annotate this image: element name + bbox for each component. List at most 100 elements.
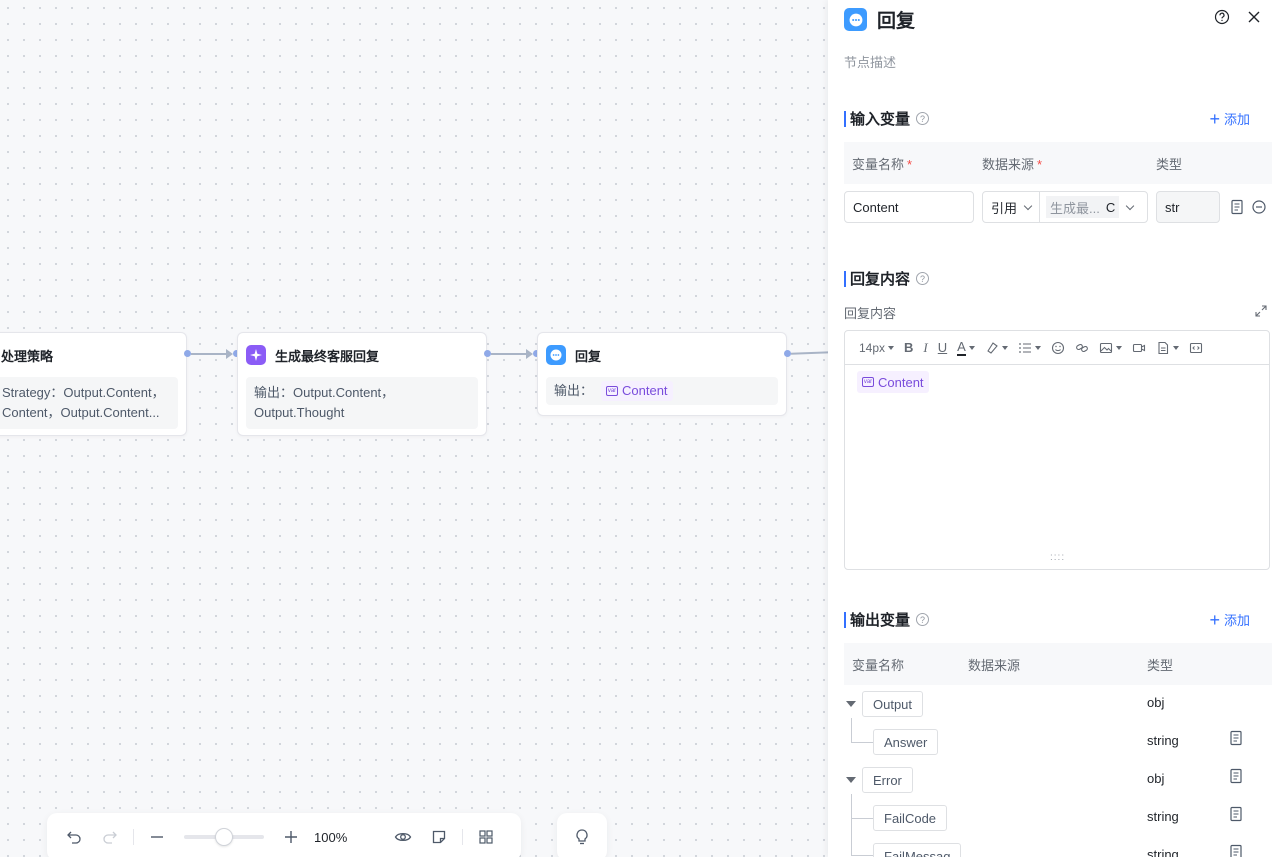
collapse-caret-icon[interactable] bbox=[846, 701, 856, 707]
add-input-variable-button[interactable]: + 添加 bbox=[1209, 109, 1250, 128]
add-label: 添加 bbox=[1223, 112, 1250, 127]
help-icon[interactable]: ? bbox=[916, 613, 930, 626]
node-output-line: Strategy：Output.Content， bbox=[2, 385, 165, 400]
zoom-in-button[interactable] bbox=[280, 826, 302, 848]
emoji-icon bbox=[1051, 341, 1064, 354]
variable-doc-button[interactable] bbox=[1229, 768, 1243, 787]
node-strategy[interactable]: 处理策略 Strategy：Output.Content， Content，Ou… bbox=[0, 332, 187, 436]
workflow-canvas[interactable]: 处理策略 Strategy：Output.Content， Content，Ou… bbox=[0, 0, 828, 857]
font-size-select[interactable]: 14px bbox=[859, 340, 895, 355]
editor-toolbar: 14px B I U A bbox=[845, 331, 1269, 365]
font-color-button[interactable]: A bbox=[957, 339, 975, 356]
output-variable-name: FailCode bbox=[873, 805, 948, 831]
add-output-variable-button[interactable]: + 添加 bbox=[1209, 610, 1250, 629]
video-button[interactable] bbox=[1132, 341, 1146, 355]
attachment-button[interactable] bbox=[1156, 341, 1179, 355]
italic-button[interactable]: I bbox=[923, 340, 927, 356]
image-button[interactable] bbox=[1099, 341, 1122, 355]
collapse-caret-icon[interactable] bbox=[846, 777, 856, 783]
node-output-summary: Strategy：Output.Content， Content，Output.… bbox=[0, 377, 178, 429]
output-tree-row[interactable]: Error bbox=[846, 767, 913, 793]
output-variable-type: string bbox=[1147, 847, 1179, 857]
expand-editor-button[interactable] bbox=[1254, 304, 1268, 321]
input-section-title: 输入变量 ? bbox=[844, 108, 930, 129]
bold-button[interactable]: B bbox=[904, 340, 913, 355]
preview-button[interactable] bbox=[392, 826, 414, 848]
variable-tag-label: Content bbox=[622, 383, 668, 398]
column-header-name: 变量名称 * bbox=[852, 156, 913, 172]
variable-doc-button[interactable] bbox=[1229, 806, 1243, 825]
node-generate-reply[interactable]: 生成最终客服回复 输出：Output.Content， Output.Thoug… bbox=[237, 332, 487, 436]
plus-icon bbox=[285, 831, 297, 843]
node-output-handle[interactable] bbox=[784, 350, 791, 357]
edge-arrow-icon bbox=[226, 349, 233, 359]
help-icon[interactable]: ? bbox=[916, 272, 930, 285]
document-icon bbox=[1230, 806, 1242, 822]
source-reference-select[interactable]: 生成最... C bbox=[1040, 192, 1139, 222]
panel-title[interactable]: 回复 bbox=[877, 6, 915, 33]
link-button[interactable] bbox=[1075, 341, 1089, 355]
node-output-handle[interactable] bbox=[184, 350, 191, 357]
node-output-handle[interactable] bbox=[484, 350, 491, 357]
variable-name-input[interactable]: Content bbox=[844, 191, 974, 223]
plus-icon: + bbox=[1209, 108, 1220, 129]
help-icon[interactable]: ? bbox=[916, 112, 930, 125]
help-button[interactable] bbox=[1214, 9, 1230, 28]
add-label: 添加 bbox=[1223, 613, 1250, 628]
layout-button[interactable] bbox=[475, 826, 497, 848]
column-header-name: 变量名称 bbox=[852, 657, 905, 673]
output-variable-type: obj bbox=[1147, 771, 1165, 786]
variable-icon: var bbox=[862, 377, 874, 387]
editor-content[interactable]: var Content bbox=[845, 365, 1269, 399]
output-tree-row[interactable]: Output bbox=[846, 691, 924, 717]
node-description-input[interactable]: 节点描述 bbox=[844, 52, 896, 71]
reply-content-editor[interactable]: 14px B I U A var Content:::: bbox=[844, 330, 1270, 570]
undo-button[interactable] bbox=[63, 826, 85, 848]
sticky-note-button[interactable] bbox=[428, 826, 450, 848]
output-variable-name: FailMessag bbox=[873, 843, 962, 857]
resize-grip-icon[interactable]: :::: bbox=[1050, 552, 1065, 563]
minus-icon bbox=[151, 836, 163, 838]
column-header-source: 数据来源 * bbox=[982, 156, 1043, 172]
source-mode-select[interactable]: 引用 bbox=[983, 192, 1041, 222]
font-size-value: 14px bbox=[859, 340, 886, 355]
redo-button[interactable] bbox=[99, 826, 121, 848]
emoji-button[interactable] bbox=[1051, 341, 1065, 355]
tree-connector bbox=[851, 818, 873, 819]
expand-icon bbox=[1255, 305, 1267, 317]
underline-button[interactable]: U bbox=[938, 340, 947, 355]
underline-icon: U bbox=[937, 340, 948, 355]
list-button[interactable] bbox=[1018, 341, 1041, 355]
chevron-down-icon bbox=[1023, 201, 1033, 210]
file-icon bbox=[1158, 341, 1168, 354]
chevron-down-icon bbox=[1126, 201, 1135, 210]
lightbulb-icon bbox=[576, 829, 588, 845]
node-output-summary: 输出：Output.Content， Output.Thought bbox=[246, 377, 478, 429]
tips-button[interactable] bbox=[557, 813, 607, 857]
zoom-slider-handle[interactable] bbox=[215, 828, 233, 846]
output-variable-type: string bbox=[1147, 733, 1179, 748]
output-variable-type: string bbox=[1147, 809, 1179, 824]
node-reply[interactable]: 回复 输出： var Content bbox=[537, 332, 787, 416]
canvas-toolbar: 100% bbox=[47, 813, 521, 857]
node-output-line: 输出：Output.Content， bbox=[254, 385, 395, 400]
output-tree-row[interactable]: FailMessag bbox=[873, 843, 962, 857]
variable-doc-button[interactable] bbox=[1229, 730, 1243, 749]
variable-doc-button[interactable] bbox=[1229, 844, 1243, 857]
undo-icon bbox=[67, 831, 81, 844]
image-icon bbox=[1099, 342, 1112, 353]
close-button[interactable] bbox=[1246, 9, 1262, 28]
zoom-slider[interactable] bbox=[184, 828, 264, 846]
code-button[interactable] bbox=[1189, 341, 1203, 355]
help-icon bbox=[1214, 9, 1230, 25]
output-tree-row[interactable]: Answer bbox=[873, 729, 939, 755]
variable-tag: var Content bbox=[857, 371, 929, 393]
output-tree-row[interactable]: FailCode bbox=[873, 805, 948, 831]
variable-doc-button[interactable] bbox=[1230, 199, 1244, 218]
caret-down-icon bbox=[1034, 345, 1041, 350]
remove-variable-button[interactable] bbox=[1251, 199, 1267, 218]
highlight-button[interactable] bbox=[985, 341, 1008, 355]
variable-icon: var bbox=[606, 386, 619, 396]
zoom-out-button[interactable] bbox=[146, 826, 168, 848]
caret-down-icon bbox=[968, 345, 975, 350]
